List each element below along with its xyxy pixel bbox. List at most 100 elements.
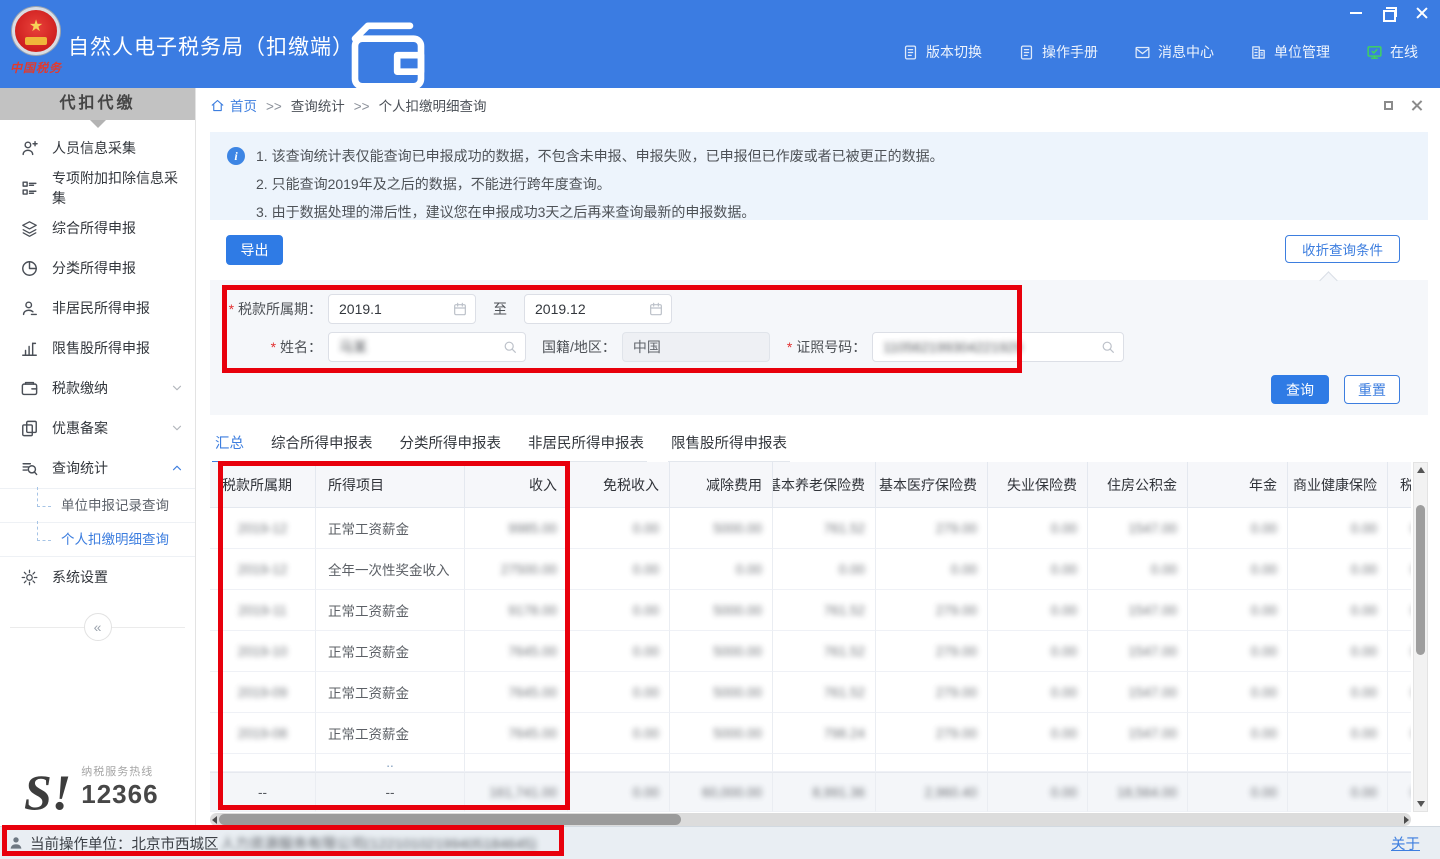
tab-4[interactable]: 非居民所得申报表 [525, 428, 647, 463]
cell-period: 2019-09 [210, 672, 316, 713]
sidebar-item-10[interactable]: 系统设置 [0, 557, 195, 597]
sidebar-item-2[interactable]: 专项附加扣除信息采集 [0, 168, 195, 208]
cell-value: 5000.00 [670, 713, 773, 754]
cell-value [1288, 754, 1388, 772]
cell-value: 0.00 [1388, 549, 1411, 590]
column-header-11: 商业健康保险 [1288, 462, 1388, 508]
name-label: 姓名： [210, 337, 322, 357]
scroll-up-icon[interactable] [1414, 463, 1427, 477]
nav-item-label: 版本切换 [926, 42, 982, 62]
tab-3[interactable]: 分类所得申报表 [397, 428, 505, 463]
cell-value: 5000.00 [670, 672, 773, 713]
cell-value: 0.00 [1388, 590, 1411, 631]
restore-button[interactable] [1381, 5, 1397, 21]
nav-item-2[interactable]: 操作手册 [1018, 42, 1098, 62]
nationality-input: 中国 [622, 332, 770, 362]
vertical-scrollbar[interactable] [1413, 462, 1428, 812]
period-from-input[interactable]: 2019.1 [328, 294, 476, 324]
minimize-button[interactable] [1348, 5, 1364, 21]
total-value: 0.00 [988, 772, 1088, 812]
sidebar-subitem-2[interactable]: 个人扣缴明细查询 [0, 523, 195, 557]
cell-period: 2019-08 [210, 713, 316, 754]
logo-text: 中国税务 [8, 59, 64, 76]
horizontal-scrollbar[interactable] [210, 813, 1411, 826]
table-row-ellipsis: .. [210, 754, 1411, 772]
cell-value: 0.00 [1188, 508, 1288, 549]
tab-1[interactable]: 汇总 [212, 428, 247, 463]
scroll-down-icon[interactable] [1414, 797, 1427, 811]
sidebar-item-label: 综合所得申报 [52, 218, 136, 238]
cell-value: 0.00 [876, 549, 988, 590]
tab-5[interactable]: 限售股所得申报表 [668, 428, 790, 463]
sidebar-item-9[interactable]: 查询统计 [0, 448, 195, 488]
search-icon[interactable] [502, 339, 518, 355]
china-tax-logo: 中国税务 [8, 5, 64, 83]
mail-icon [1134, 44, 1151, 61]
calendar-icon[interactable] [452, 301, 468, 317]
panel-maximize-icon[interactable] [1382, 99, 1395, 112]
panel-close-icon[interactable] [1411, 99, 1424, 112]
total-value: 0.00 [568, 772, 670, 812]
table-total-row: ----161,741.000.0060,000.008,991.362,960… [210, 772, 1411, 812]
sidebar-item-7[interactable]: 税款缴纳 [0, 368, 195, 408]
pie-chart-icon [20, 259, 39, 278]
cell-period [210, 754, 316, 772]
cert-input[interactable]: 110562199304221929 [872, 332, 1124, 362]
period-to-input[interactable]: 2019.12 [524, 294, 672, 324]
cell-value: 7645.00 [465, 713, 568, 754]
result-tabs: 汇总综合所得申报表分类所得申报表非居民所得申报表限售股所得申报表 [212, 428, 790, 463]
sidebar-item-6[interactable]: 限售股所得申报 [0, 328, 195, 368]
sidebar-item-8[interactable]: 优惠备案 [0, 408, 195, 448]
search-icon[interactable] [1100, 339, 1116, 355]
cell-value: 0.00 [988, 508, 1088, 549]
nav-item-5[interactable]: 在线 [1366, 42, 1418, 62]
cell-value [1188, 754, 1288, 772]
hotline-label: 纳税服务热线 [81, 763, 158, 779]
sidebar-item-1[interactable]: 人员信息采集 [0, 128, 195, 168]
total-value: 18,564.00 [1088, 772, 1188, 812]
cell-value: 0.00 [988, 713, 1088, 754]
export-button[interactable]: 导出 [226, 235, 283, 265]
header-nav: 版本切换 操作手册 消息中心 单位管理 在线 [902, 42, 1418, 62]
notice-line-2: 2. 只能查询2019年及之后的数据，不能进行跨年度查询。 [256, 170, 1412, 198]
cell-value: 5000.00 [670, 590, 773, 631]
cell-value: 761.52 [773, 590, 876, 631]
gear-icon [20, 568, 39, 587]
total-value: 2,960.40 [876, 772, 988, 812]
table-row: 2019-10正常工资薪金7645.000.005000.00761.52279… [210, 631, 1411, 672]
about-link[interactable]: 关于 [1391, 833, 1420, 854]
cell-value: 0.00 [1388, 508, 1411, 549]
sidebar-collapse-button[interactable]: « [84, 613, 112, 641]
cell-value: 0.00 [988, 549, 1088, 590]
nav-item-1[interactable]: 版本切换 [902, 42, 982, 62]
tab-2[interactable]: 综合所得申报表 [268, 428, 376, 463]
nav-item-4[interactable]: 单位管理 [1250, 42, 1330, 62]
nav-item-3[interactable]: 消息中心 [1134, 42, 1214, 62]
nav-item-label: 在线 [1390, 42, 1418, 62]
collapse-query-button[interactable]: 收折查询条件 [1285, 235, 1400, 263]
reset-button[interactable]: 重置 [1344, 375, 1400, 404]
sidebar-item-label: 限售股所得申报 [52, 338, 150, 358]
sidebar-header: 代扣代缴 [0, 88, 195, 120]
cert-value: 110562199304221929 [883, 339, 1022, 355]
search-button[interactable]: 查询 [1271, 375, 1329, 404]
sidebar-item-label: 查询统计 [52, 458, 108, 478]
cell-value [670, 754, 773, 772]
close-button[interactable] [1414, 5, 1430, 21]
breadcrumb-home-link[interactable]: 首页 [210, 95, 257, 115]
horizontal-scroll-thumb[interactable] [219, 814, 681, 825]
vertical-scroll-thumb[interactable] [1416, 505, 1425, 655]
sidebar-item-5[interactable]: 非居民所得申报 [0, 288, 195, 328]
sidebar-item-3[interactable]: 综合所得申报 [0, 208, 195, 248]
calendar-icon[interactable] [648, 301, 664, 317]
name-input[interactable]: 马某 [328, 332, 526, 362]
notice-box: i 1. 该查询统计表仅能查询已申报成功的数据，不包含未申报、申报失败，已申报但… [210, 132, 1428, 220]
cell-value: 7645.00 [465, 672, 568, 713]
cell-value: 0.00 [1288, 672, 1388, 713]
sidebar-item-label: 人员信息采集 [52, 138, 136, 158]
cell-value: 279.00 [876, 672, 988, 713]
cell-value: 0.00 [568, 713, 670, 754]
cell-value: 0.00 [1288, 631, 1388, 672]
sidebar-item-4[interactable]: 分类所得申报 [0, 248, 195, 288]
sidebar-subitem-1[interactable]: 单位申报记录查询 [0, 489, 195, 523]
